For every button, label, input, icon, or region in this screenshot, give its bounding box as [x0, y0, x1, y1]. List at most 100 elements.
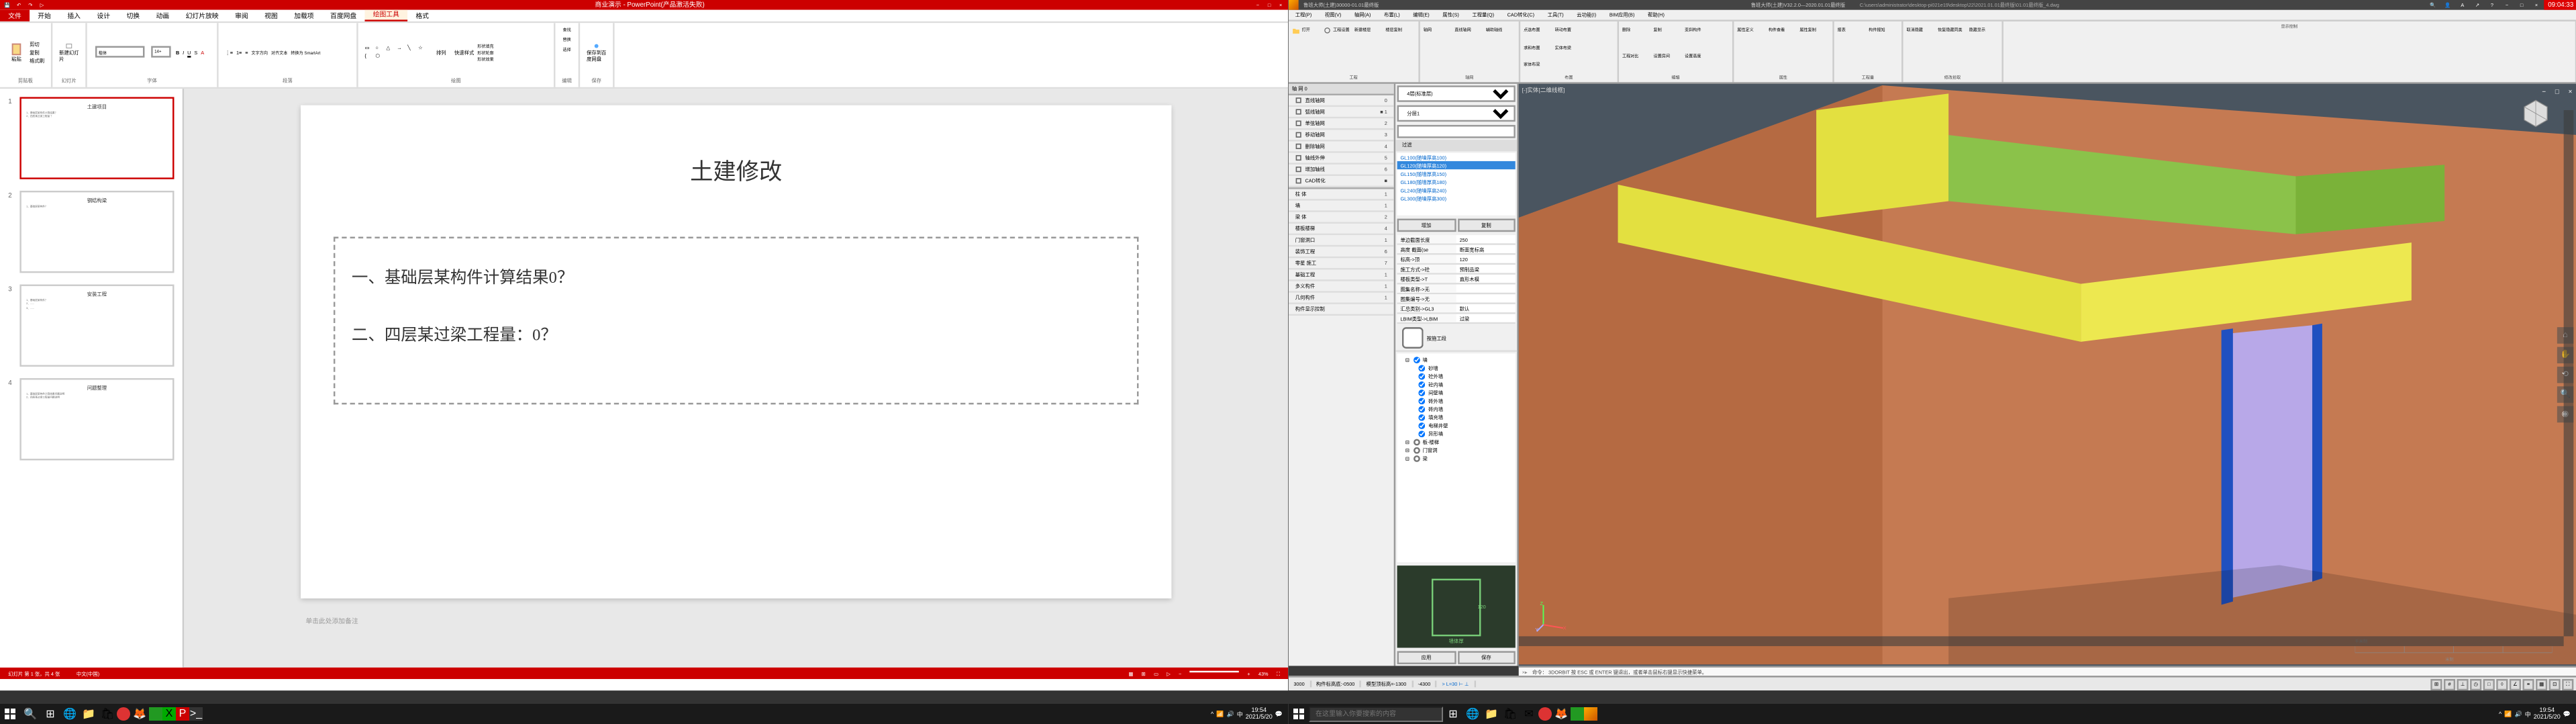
tree-checkbox[interactable] [1418, 381, 1425, 388]
compview-button[interactable]: 构件查看 [1769, 23, 1798, 36]
shape-rect-icon[interactable]: ▭ [364, 45, 375, 52]
slide-thumb-2[interactable]: 2 钢结构梁 1、基础层某构件？ [5, 187, 177, 276]
start-button[interactable] [0, 705, 20, 723]
floor-dropdown[interactable]: 4层(标准层) [1397, 85, 1516, 101]
clock[interactable]: 19:54 2021/5/20 [1246, 707, 1273, 721]
left-item[interactable]: 增加轴线6 [1289, 165, 1394, 176]
property-row[interactable]: 施工方式->砼预制品梁 [1397, 265, 1516, 275]
smartart-button[interactable]: 转换为 SmartArt [291, 48, 320, 55]
newslide-button[interactable]: 新建幻灯片 [59, 42, 79, 61]
shape-arrow-icon[interactable]: → [397, 45, 407, 52]
component-tree[interactable]: ⊟墙砂墙砼外墙砼内墙间壁墙砖外墙砖内墙填充墙电梯井壁异形墙⊟板-楼梯⊟门窗洞⊟梁 [1397, 353, 1516, 562]
copy-button[interactable]: 复制 [30, 48, 44, 55]
clock[interactable]: 19:54 2021/5/20 [2534, 707, 2561, 721]
tray-wifi-icon[interactable]: 📶 [2504, 711, 2512, 718]
tree-item[interactable]: 填充墙 [1399, 412, 1514, 420]
menu-transitions[interactable]: 切换 [118, 10, 148, 21]
tree-item[interactable]: 砼外墙 [1399, 371, 1514, 379]
auxline-button[interactable]: 辅助轴线 [1486, 23, 1516, 36]
left-sub-item[interactable]: 装饰工程6 [1289, 246, 1394, 258]
copy-button[interactable]: 复制 [1653, 23, 1683, 36]
gl-item[interactable]: GL240(随墙厚高240) [1397, 186, 1516, 194]
property-row[interactable]: 楼板类型->T直形木模 [1397, 275, 1516, 285]
menu-slideshow[interactable]: 幻灯片放映 [177, 10, 226, 21]
app-wps-icon[interactable] [149, 707, 162, 721]
content-line-2[interactable]: 二、四层某过梁工程量：0？ [352, 320, 1121, 345]
menu-edit[interactable]: 编辑(E) [1406, 10, 1436, 20]
left-sub-item[interactable]: 构件显示控制 [1289, 304, 1394, 316]
slide-thumb-3[interactable]: 3 安装工程 1、基础层某构件？ 2、...... 3、...... [5, 281, 177, 370]
menu-addins[interactable]: 加载项 [286, 10, 322, 21]
empty-dropdown[interactable] [1397, 125, 1516, 138]
layer-dropdown[interactable]: 分层1 [1397, 105, 1516, 122]
menu-insert[interactable]: 插入 [59, 10, 89, 21]
left-sub-item[interactable]: 柱 体1 [1289, 189, 1394, 201]
menu-drawtools[interactable]: 绘图工具 [364, 10, 407, 21]
menu-home[interactable]: 开始 [30, 10, 59, 21]
view-slideshow-icon[interactable]: ▷ [1167, 670, 1171, 677]
zoom-in-button[interactable]: + [1247, 670, 1250, 677]
app-ppt-icon[interactable]: P [176, 707, 189, 721]
window-close-icon[interactable]: × [2530, 0, 2543, 10]
shape-brace-icon[interactable]: { [364, 52, 375, 59]
tray-up-icon[interactable]: ^ [2499, 711, 2501, 717]
menu-layout[interactable]: 布置(L) [1377, 10, 1406, 20]
menu-grid[interactable]: 轴网(A) [1348, 10, 1377, 20]
left-item[interactable]: 直线轴网0 [1289, 95, 1394, 107]
slide-panel[interactable]: 1 土建项目 1、基础层某构件计算结果？ 2、四层某过梁工程量 ？ 2 钢结构梁… [0, 89, 184, 668]
tree-checkbox[interactable] [1418, 389, 1425, 396]
qat-redo-icon[interactable]: ↷ [26, 1, 34, 9]
left-sub-item[interactable]: 几何构件1 [1289, 293, 1394, 304]
slide-canvas[interactable]: 土建修改 一、基础层某构件计算结果0？ 二、四层某过梁工程量：0？ [301, 105, 1171, 598]
gl-item[interactable]: GL120(随墙厚高120) [1397, 161, 1516, 169]
content-line-1[interactable]: 一、基础层某构件计算结果0？ [352, 263, 1121, 288]
title-a-icon[interactable]: A [2456, 0, 2469, 10]
open-button[interactable]: 打开 [1292, 23, 1322, 36]
3d-viewport[interactable]: [-]实体[二维线框] − □ × [1519, 84, 2576, 666]
tree-item[interactable]: ⊟门窗洞 [1399, 445, 1514, 453]
tree-item[interactable]: 异形墙 [1399, 429, 1514, 437]
paste-button[interactable]: 粘贴 [7, 42, 26, 61]
title-expand-icon[interactable]: ↗ [2471, 0, 2484, 10]
view-normal-icon[interactable]: ▦ [1128, 670, 1133, 677]
grid-button[interactable]: 轴网 [1424, 23, 1453, 36]
shape-hex-icon[interactable]: ⬡ [375, 52, 385, 59]
tree-item[interactable]: ⊟板-楼梯 [1399, 437, 1514, 445]
font-size-input[interactable] [151, 46, 170, 58]
app-wps-icon[interactable] [1571, 707, 1584, 721]
setheight-button[interactable]: 设置高度 [1685, 49, 1714, 62]
menu-review[interactable]: 审阅 [227, 10, 256, 21]
menu-quantity[interactable]: 工程量(Q) [1466, 10, 1501, 20]
shape-circle-icon[interactable]: ○ [375, 45, 385, 52]
tree-checkbox[interactable] [1413, 356, 1420, 363]
property-row[interactable]: 标高->顶120 [1397, 255, 1516, 265]
menu-project[interactable]: 工程(P) [1289, 10, 1318, 20]
tree-checkbox[interactable] [1418, 430, 1425, 437]
app-folder-icon[interactable]: 📁 [1482, 705, 1501, 723]
replace-button[interactable]: 替换 [562, 36, 571, 43]
bullets-button[interactable]: ⋮≡ [225, 48, 233, 55]
unhide-button[interactable]: 取消隐藏 [1906, 23, 1936, 36]
left-sub-item[interactable]: 多义构件1 [1289, 281, 1394, 293]
slant-button[interactable]: 变斜构件 [1685, 23, 1714, 36]
slide-title[interactable]: 土建修改 [334, 154, 1139, 187]
section-checkbox[interactable] [1402, 327, 1424, 349]
setroom-button[interactable]: 设置房间 [1653, 49, 1683, 62]
shape-line-icon[interactable]: ╲ [407, 45, 417, 52]
scrollbar-h[interactable] [1519, 636, 2564, 646]
window-minimize-icon[interactable]: − [2500, 0, 2514, 10]
menu-view[interactable]: 视图(V) [1318, 10, 1348, 20]
shapefill-button[interactable]: 形状填充 [477, 42, 494, 48]
menu-bim[interactable]: BIM应用(B) [1603, 10, 1641, 20]
gl-item[interactable]: GL180(随墙厚高180) [1397, 177, 1516, 185]
tree-item[interactable]: 间壁墙 [1399, 388, 1514, 396]
slide-editor[interactable]: 土建修改 一、基础层某构件计算结果0？ 二、四层某过梁工程量：0？ 单击此处添加… [184, 89, 1288, 668]
sb-otrack-icon[interactable]: ∠ [2510, 678, 2521, 690]
tree-item[interactable]: 砼内墙 [1399, 379, 1514, 388]
newfloor-button[interactable]: 新建楼层 [1354, 23, 1384, 36]
add-button[interactable]: 增加 [1397, 219, 1456, 232]
slide-thumb-1[interactable]: 1 土建项目 1、基础层某构件计算结果？ 2、四层某过梁工程量 ？ [5, 94, 177, 183]
tree-item[interactable]: ⊟墙 [1399, 355, 1514, 363]
property-row[interactable]: 汇总类别->GL3默认 [1397, 304, 1516, 314]
left-item[interactable]: 弧线轴网■ 1 [1289, 107, 1394, 118]
